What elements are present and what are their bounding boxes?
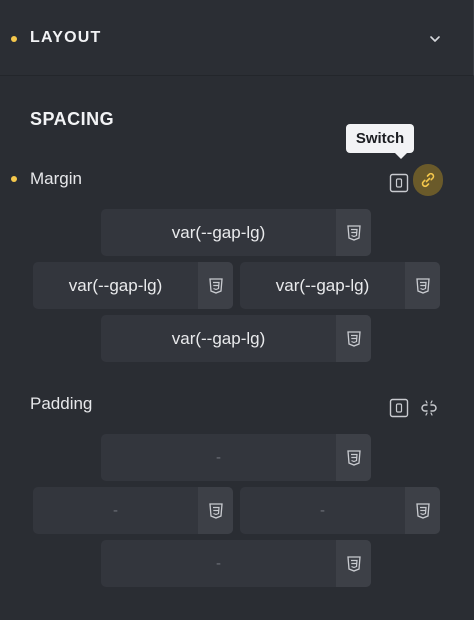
modified-indicator-dot xyxy=(11,36,17,42)
css3-icon xyxy=(346,449,361,466)
margin-left-field[interactable]: var(--gap-lg) xyxy=(33,262,233,309)
margin-right-field[interactable]: var(--gap-lg) xyxy=(240,262,440,309)
css-toggle-button[interactable] xyxy=(198,487,233,534)
css3-icon xyxy=(208,502,223,519)
spacing-title: SPACING xyxy=(30,109,115,129)
css3-icon xyxy=(346,330,361,347)
margin-right-value[interactable]: var(--gap-lg) xyxy=(240,262,405,309)
margin-bottom-field[interactable]: var(--gap-lg) xyxy=(101,315,371,362)
padding-top-field[interactable]: - xyxy=(101,434,371,481)
margin-left-value[interactable]: var(--gap-lg) xyxy=(33,262,198,309)
margin-top-field[interactable]: var(--gap-lg) xyxy=(101,209,371,256)
padding-bottom-value[interactable]: - xyxy=(101,540,336,587)
css-toggle-button[interactable] xyxy=(336,540,371,587)
switch-tooltip: Switch xyxy=(346,124,414,159)
margin-modified-dot xyxy=(11,176,17,182)
padding-right-field[interactable]: - xyxy=(240,487,440,534)
css-toggle-button[interactable] xyxy=(198,262,233,309)
padding-left-field[interactable]: - xyxy=(33,487,233,534)
margin-bottom-value[interactable]: var(--gap-lg) xyxy=(101,315,336,362)
padding-label: Padding xyxy=(30,394,93,413)
padding-top-value[interactable]: - xyxy=(101,434,336,481)
css3-icon xyxy=(208,277,223,294)
link-icon xyxy=(421,172,435,188)
css-toggle-button[interactable] xyxy=(336,434,371,481)
css3-icon xyxy=(346,555,361,572)
css-toggle-button[interactable] xyxy=(336,209,371,256)
layout-section-header[interactable]: LAYOUT xyxy=(0,0,474,76)
css-toggle-button[interactable] xyxy=(405,262,440,309)
css3-icon xyxy=(346,224,361,241)
unlink-icon[interactable] xyxy=(419,398,439,418)
css-toggle-button[interactable] xyxy=(405,487,440,534)
chevron-down-icon[interactable] xyxy=(428,32,442,46)
css-toggle-button[interactable] xyxy=(336,315,371,362)
link-values-button[interactable] xyxy=(413,164,443,196)
padding-bottom-field[interactable]: - xyxy=(101,540,371,587)
margin-top-value[interactable]: var(--gap-lg) xyxy=(101,209,336,256)
margin-label: Margin xyxy=(30,169,82,188)
css3-icon xyxy=(415,277,430,294)
css-variable-icon[interactable] xyxy=(389,398,409,418)
css-variable-icon[interactable] xyxy=(389,173,409,193)
padding-left-value[interactable]: - xyxy=(33,487,198,534)
tooltip-text: Switch xyxy=(355,130,405,147)
css3-icon xyxy=(415,502,430,519)
section-header-title: LAYOUT xyxy=(30,29,102,46)
padding-right-value[interactable]: - xyxy=(240,487,405,534)
